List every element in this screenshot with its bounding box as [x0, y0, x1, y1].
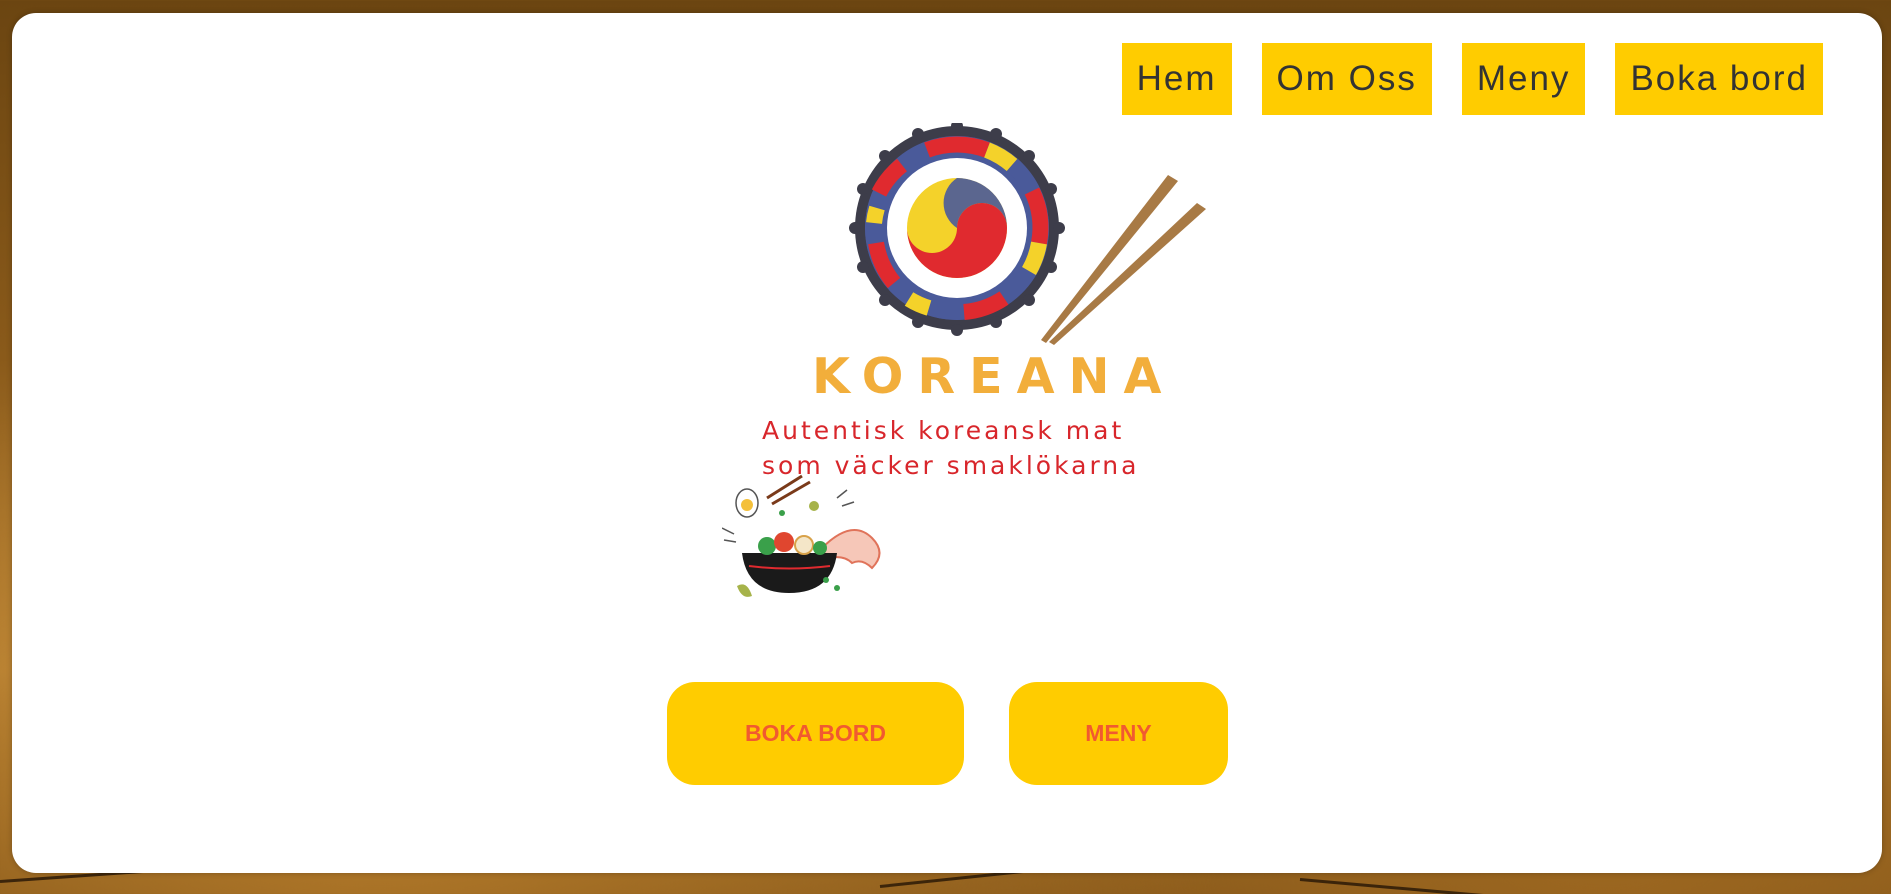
brand-name: KOREANA	[812, 348, 1176, 405]
nav-item-boka-bord[interactable]: Boka bord	[1615, 43, 1823, 115]
hero-card: Hem Om Oss Meny Boka bord KOREANA Autent…	[12, 13, 1882, 873]
menu-button[interactable]: MENY	[1009, 682, 1228, 785]
main-nav: Hem Om Oss Meny Boka bord	[1121, 43, 1823, 115]
nav-item-om-oss[interactable]: Om Oss	[1261, 43, 1432, 115]
emblem-ring	[849, 123, 1065, 336]
tagline-line-1: Autentisk koreansk mat	[762, 416, 1125, 445]
logo-icon	[849, 123, 1206, 345]
nav-item-meny[interactable]: Meny	[1461, 43, 1586, 115]
background-chopstick	[1299, 878, 1550, 894]
noodle-bowl-icon	[722, 474, 881, 597]
chopsticks-icon	[1041, 175, 1206, 345]
book-table-button[interactable]: BOKA BORD	[667, 682, 964, 785]
nav-item-hem[interactable]: Hem	[1121, 43, 1232, 115]
